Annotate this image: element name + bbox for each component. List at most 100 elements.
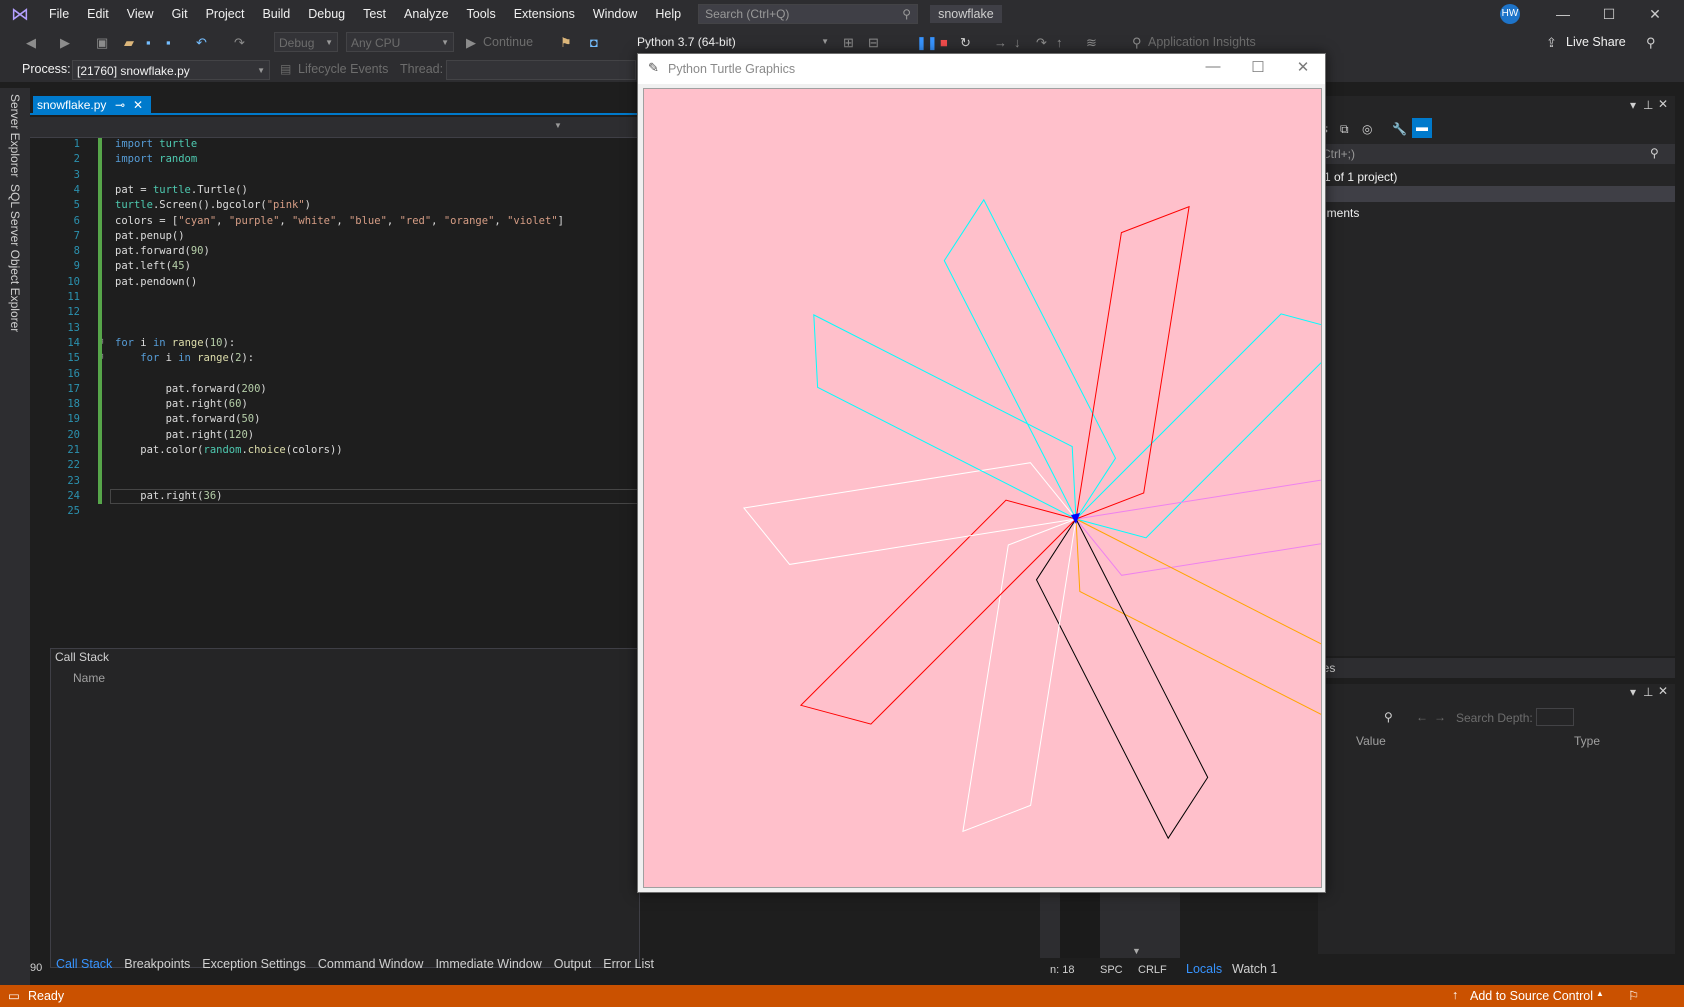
search-depth-dropdown[interactable]	[1536, 708, 1574, 726]
new-project-icon[interactable]: ▣	[96, 35, 108, 51]
solution-search-input[interactable]: Ctrl+;) ⚲	[1318, 144, 1675, 164]
navigation-bar[interactable]: ▼	[30, 117, 640, 138]
continue-button[interactable]: Continue	[483, 35, 533, 49]
spc-indicator[interactable]: SPC	[1100, 964, 1123, 976]
crlf-indicator[interactable]: CRLF	[1138, 964, 1167, 976]
menu-edit[interactable]: Edit	[78, 0, 118, 28]
menu-tools[interactable]: Tools	[458, 0, 505, 28]
column-header-name[interactable]: Name	[73, 671, 105, 685]
menu-git[interactable]: Git	[163, 0, 197, 28]
column-header-type[interactable]: Type	[1574, 734, 1600, 748]
continue-icon[interactable]: ▶	[466, 35, 476, 51]
tab-watch-1[interactable]: Watch 1	[1232, 962, 1277, 976]
app-insights-button[interactable]: Application Insights	[1148, 35, 1256, 49]
platform-dropdown[interactable]: Any CPU ▼	[346, 32, 454, 52]
tab-output[interactable]: Output	[548, 957, 598, 971]
menu-debug[interactable]: Debug	[299, 0, 354, 28]
chevron-down-icon[interactable]: ▼	[554, 121, 562, 130]
configuration-dropdown[interactable]: Debug ▼	[274, 32, 338, 52]
code-line[interactable]: pat.forward(200)	[115, 383, 267, 395]
live-share-icon[interactable]: ⇪	[1546, 35, 1557, 51]
python-environment-dropdown[interactable]: Python 3.7 (64-bit) ▼	[633, 32, 833, 52]
undo-icon[interactable]: ↶	[196, 35, 207, 51]
code-line[interactable]: pat.forward(90)	[115, 245, 210, 257]
search-icon[interactable]: ⚲	[1384, 710, 1393, 724]
menu-test[interactable]: Test	[354, 0, 395, 28]
chevron-up-icon[interactable]: ▲	[1596, 989, 1604, 998]
minimize-icon[interactable]: —	[1540, 0, 1586, 28]
notifications-icon[interactable]: ⚐	[1628, 988, 1639, 1003]
server-explorer-tab[interactable]: Server Explorer	[8, 94, 22, 177]
preview-icon[interactable]: ▬	[1412, 118, 1432, 138]
tab-breakpoints[interactable]: Breakpoints	[118, 957, 196, 971]
menu-project[interactable]: Project	[197, 0, 254, 28]
avatar[interactable]: HW	[1500, 4, 1520, 24]
save-icon[interactable]: ▪	[146, 35, 151, 50]
tab-call-stack[interactable]: Call Stack	[50, 957, 118, 971]
layout-icon[interactable]: ⊟	[868, 35, 879, 51]
step-into-icon[interactable]: ↓	[1014, 35, 1021, 50]
restart-icon[interactable]: ↻	[960, 35, 971, 51]
code-line[interactable]: import random	[115, 153, 197, 165]
code-line[interactable]: turtle.Screen().bgcolor("pink")	[115, 199, 311, 211]
tab-locals[interactable]: Locals	[1186, 962, 1222, 976]
tab-command-window[interactable]: Command Window	[312, 957, 430, 971]
close-icon[interactable]: ✕	[1658, 684, 1668, 698]
back-icon[interactable]: ◀	[26, 35, 36, 51]
code-line[interactable]: pat = turtle.Turtle()	[115, 184, 248, 196]
show-all-files-icon[interactable]: ◎	[1362, 122, 1372, 136]
code-line[interactable]: colors = ["cyan", "purple", "white", "bl…	[115, 215, 564, 227]
pin-icon[interactable]: ⊥	[1643, 685, 1653, 699]
search-back-icon[interactable]: ←	[1416, 710, 1428, 724]
show-next-statement-icon[interactable]: →	[994, 35, 1007, 50]
code-editor[interactable]: 1 import turtle 2 import random 3 4 pat = turt…	[30, 138, 640, 643]
search-icon[interactable]: ⚲	[1650, 146, 1659, 160]
code-line[interactable]: pat.right(120)	[115, 429, 255, 441]
maximize-icon[interactable]: ☐	[1586, 0, 1632, 28]
live-share-button[interactable]: Live Share	[1566, 35, 1626, 49]
menu-extensions[interactable]: Extensions	[505, 0, 584, 28]
code-line[interactable]: for i in range(2):	[115, 352, 254, 364]
step-over-icon[interactable]: ↷	[1036, 35, 1047, 51]
close-icon[interactable]: ✕	[1658, 97, 1668, 111]
add-to-source-control-button[interactable]: Add to Source Control	[1470, 989, 1593, 1003]
screenshot-icon[interactable]: ◘	[590, 35, 598, 50]
selected-row[interactable]	[1318, 186, 1675, 202]
search-input[interactable]: Search (Ctrl+Q) ⚲	[698, 4, 919, 24]
feedback-icon[interactable]: ⚲	[1646, 35, 1656, 51]
hot-reload-icon[interactable]: ≋	[1086, 35, 1097, 51]
turtle-canvas[interactable]	[643, 88, 1322, 888]
break-all-icon[interactable]: ⊞	[843, 35, 854, 51]
code-line[interactable]: pat.penup()	[115, 230, 185, 242]
sql-server-object-explorer-tab[interactable]: SQL Server Object Explorer	[8, 184, 22, 332]
solution-node[interactable]: (1 of 1 project)	[1320, 170, 1397, 184]
code-line[interactable]: for i in range(10):	[115, 337, 235, 349]
search-icon[interactable]: ⚲	[902, 7, 911, 21]
process-dropdown[interactable]: [21760] snowflake.py ▼	[72, 60, 270, 80]
menu-analyze[interactable]: Analyze	[395, 0, 457, 28]
zoom-level[interactable]: 90	[30, 962, 42, 974]
close-icon[interactable]: ✕	[1283, 58, 1323, 76]
menu-help[interactable]: Help	[646, 0, 690, 28]
turtle-window-titlebar[interactable]: ✎ Python Turtle Graphics — ☐ ✕	[638, 54, 1325, 84]
code-line[interactable]: pat.forward(50)	[115, 413, 261, 425]
dropdown-icon[interactable]: ▾	[1630, 685, 1636, 699]
close-icon[interactable]: ✕	[1632, 0, 1678, 28]
code-line[interactable]: import turtle	[115, 138, 197, 150]
properties-wrench-icon[interactable]: 🔧	[1392, 122, 1407, 136]
open-folder-icon[interactable]: ▰	[124, 35, 134, 51]
save-all-icon[interactable]: ▪	[166, 35, 171, 50]
pin-icon[interactable]: ⊥	[1643, 98, 1653, 112]
menu-view[interactable]: View	[118, 0, 163, 28]
code-line[interactable]: pat.right(60)	[115, 398, 248, 410]
forward-icon[interactable]: ▶	[60, 35, 70, 51]
tab-exception-settings[interactable]: Exception Settings	[196, 957, 312, 971]
code-line[interactable]: pat.pendown()	[115, 276, 197, 288]
thread-dropdown[interactable]	[446, 60, 636, 80]
menu-window[interactable]: Window	[584, 0, 646, 28]
collapse-icon[interactable]: ⧉	[1340, 122, 1349, 137]
column-header-value[interactable]: Value	[1356, 734, 1386, 748]
pause-icon[interactable]: ❚❚	[916, 35, 938, 51]
chevron-down-icon[interactable]: ▼	[1132, 946, 1141, 956]
tab-immediate-window[interactable]: Immediate Window	[429, 957, 547, 971]
